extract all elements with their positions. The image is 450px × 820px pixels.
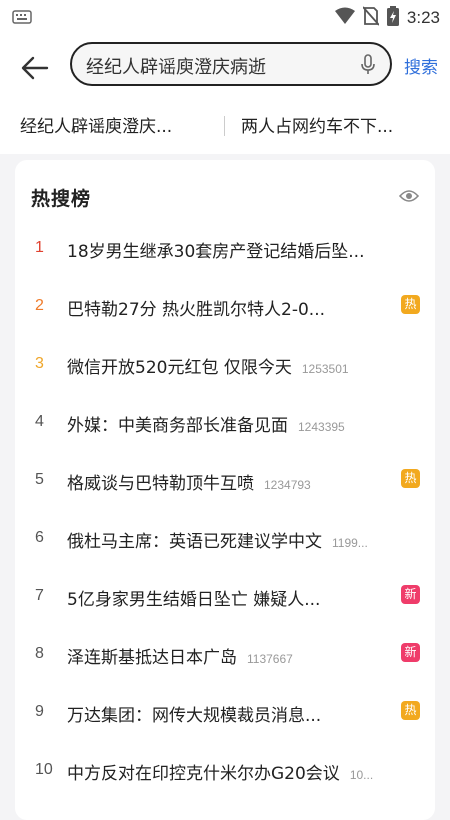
item-title: 泽连斯基抵达日本广岛 1137667 bbox=[67, 648, 293, 668]
rank-number: 5 bbox=[35, 471, 44, 488]
related-suggestions: 经纪人辟谣庾澄庆... 两人占网约车不下... bbox=[0, 104, 450, 144]
hot-search-item[interactable]: 6 俄杜马主席：英语已死建议学中文 1199... bbox=[15, 520, 435, 578]
item-title: 格威谈与巴特勒顶牛互喷 1234793 bbox=[67, 474, 311, 494]
rank-number: 3 bbox=[35, 355, 44, 372]
search-button[interactable]: 搜索 bbox=[404, 53, 438, 78]
eye-icon[interactable] bbox=[398, 188, 420, 207]
item-title: 巴特勒27分 热火胜凯尔特人2-0... bbox=[67, 300, 326, 320]
search-count: 1253501 bbox=[301, 362, 349, 376]
status-bar: 3:23 bbox=[0, 0, 450, 34]
hot-search-item[interactable]: 7 5亿身家男生结婚日坠亡 嫌疑人... 新 bbox=[15, 578, 435, 636]
suggestion-item[interactable]: 经纪人辟谣庾澄庆... bbox=[20, 112, 172, 137]
wifi-icon bbox=[327, 7, 355, 29]
hot-search-item[interactable]: 1 18岁男生继承30套房产登记结婚后坠... bbox=[15, 230, 435, 288]
item-title: 外媒：中美商务部长准备见面 1243395 bbox=[67, 416, 345, 436]
hot-search-list: 1 18岁男生继承30套房产登记结婚后坠... 2 巴特勒27分 热火胜凯尔特人… bbox=[15, 230, 435, 810]
hot-search-item[interactable]: 10 中方反对在印控克什米尔办G20会议 10... bbox=[15, 752, 435, 810]
new-badge: 新 bbox=[401, 643, 420, 662]
item-title: 俄杜马主席：英语已死建议学中文 1199... bbox=[67, 532, 368, 552]
keyboard-icon bbox=[12, 9, 32, 28]
item-title: 微信开放520元红包 仅限今天 1253501 bbox=[67, 358, 349, 378]
back-button[interactable] bbox=[18, 51, 52, 85]
hot-search-item[interactable]: 5 格威谈与巴特勒顶牛互喷 1234793 热 bbox=[15, 462, 435, 520]
search-count: 1199... bbox=[332, 536, 368, 550]
item-title: 5亿身家男生结婚日坠亡 嫌疑人... bbox=[67, 590, 321, 610]
search-count: 1234793 bbox=[264, 478, 311, 492]
arrow-left-icon bbox=[21, 56, 49, 80]
microphone-icon[interactable] bbox=[360, 54, 376, 80]
hot-search-item[interactable]: 3 微信开放520元红包 仅限今天 1253501 bbox=[15, 346, 435, 404]
hot-search-item[interactable]: 2 巴特勒27分 热火胜凯尔特人2-0... 热 bbox=[15, 288, 435, 346]
hot-search-header: 热搜榜 bbox=[31, 184, 91, 211]
rank-number: 10 bbox=[35, 761, 53, 778]
rank-number: 7 bbox=[35, 587, 44, 604]
hot-search-item[interactable]: 8 泽连斯基抵达日本广岛 1137667 新 bbox=[15, 636, 435, 694]
search-input[interactable]: 经纪人辟谣庾澄庆病逝 bbox=[70, 42, 392, 86]
rank-number: 9 bbox=[35, 703, 44, 720]
rank-number: 2 bbox=[35, 297, 44, 314]
rank-number: 8 bbox=[35, 645, 44, 662]
battery-charging-icon bbox=[379, 6, 399, 30]
hot-search-card: 热搜榜 1 18岁男生继承30套房产登记结婚后坠... 2 巴特勒27分 热火胜… bbox=[15, 160, 435, 820]
no-sim-icon bbox=[355, 6, 380, 30]
search-count: 1137667 bbox=[247, 652, 293, 666]
divider bbox=[224, 116, 225, 136]
item-title: 18岁男生继承30套房产登记结婚后坠... bbox=[67, 242, 365, 262]
item-title: 万达集团：网传大规模裁员消息... bbox=[67, 706, 322, 726]
item-title: 中方反对在印控克什米尔办G20会议 10... bbox=[67, 764, 374, 784]
new-badge: 新 bbox=[401, 585, 420, 604]
hot-search-item[interactable]: 9 万达集团：网传大规模裁员消息... 热 bbox=[15, 694, 435, 752]
hot-search-title: 热搜榜 bbox=[31, 188, 92, 210]
search-count: 1243395 bbox=[298, 420, 345, 434]
search-header: 经纪人辟谣庾澄庆病逝 搜索 经纪人辟谣庾澄庆... 两人占网约车不下... bbox=[0, 34, 450, 154]
suggestion-item[interactable]: 两人占网约车不下... bbox=[241, 112, 393, 137]
hot-badge: 热 bbox=[401, 469, 420, 488]
hot-badge: 热 bbox=[401, 701, 420, 720]
hot-badge: 热 bbox=[401, 295, 420, 314]
search-query: 经纪人辟谣庾澄庆病逝 bbox=[86, 57, 266, 78]
hot-search-item[interactable]: 4 外媒：中美商务部长准备见面 1243395 bbox=[15, 404, 435, 462]
search-count: 10... bbox=[349, 768, 374, 782]
rank-number: 1 bbox=[35, 239, 44, 256]
rank-number: 4 bbox=[35, 413, 44, 430]
rank-number: 6 bbox=[35, 529, 44, 546]
clock: 3:23 bbox=[406, 8, 440, 27]
